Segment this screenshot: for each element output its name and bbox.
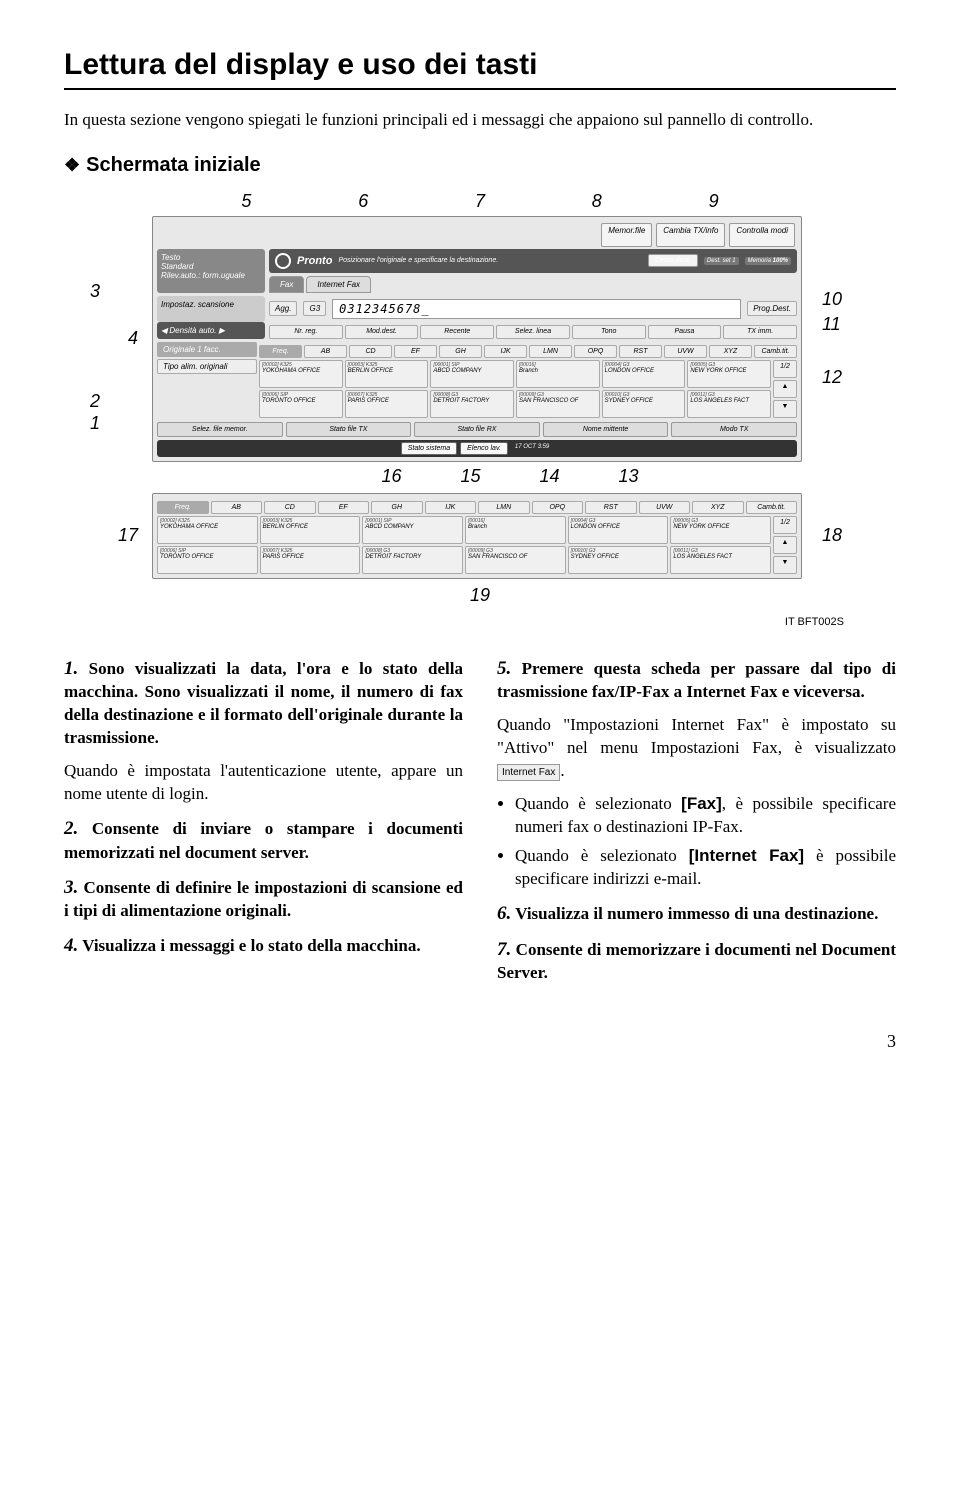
scan-settings-sidebar[interactable]: Testo Standard Rilev.auto.: form.uguale [157, 249, 265, 293]
callout-11: 11 [822, 314, 870, 335]
address-button[interactable]: [00004] G3LONDON OFFICE [568, 516, 669, 544]
nome-mittente-button[interactable]: Nome mittente [543, 422, 669, 437]
callouts-under: 16 15 14 13 [152, 466, 808, 487]
callout-18: 18 [808, 525, 870, 546]
callout-2: 2 [90, 391, 100, 412]
item-4: 4. Visualizza i messaggi e lo stato dell… [64, 933, 463, 959]
dial-display: 0312345678_ [332, 299, 741, 319]
callout-19: 19 [470, 585, 490, 605]
address-button[interactable]: [00002] K325YOKOHAMA OFFICE [259, 360, 343, 388]
agg-button[interactable]: Agg. [269, 301, 297, 316]
item-6: 6. Visualizza il numero immesso di una d… [497, 901, 896, 927]
intro-text: In questa sezione vengono spiegati le fu… [64, 108, 896, 132]
tab-internet-fax[interactable]: Internet Fax [306, 276, 371, 293]
page-title: Lettura del display e uso dei tasti [64, 48, 896, 82]
address-button[interactable]: [00007] K325PARIS OFFICE [345, 390, 429, 418]
address-button[interactable]: [00005] G3NEW YORK OFFICE [670, 516, 771, 544]
item-1: 1. Sono visualizzati la data, l'ora e lo… [64, 656, 463, 750]
address-button[interactable]: [00010] G3SYDNEY OFFICE [602, 390, 686, 418]
page-down-button[interactable]: ▼ [773, 556, 797, 574]
callout-1: 1 [90, 413, 100, 434]
address-button[interactable]: [00003] K325BERLIN OFFICE [345, 360, 429, 388]
page-number: 3 [64, 1031, 896, 1052]
item-7: 7. Consente di memorizzare i documenti n… [497, 937, 896, 986]
address-button[interactable]: [00016]Branch [465, 516, 566, 544]
memor-file-button[interactable]: Memor.file [601, 223, 652, 247]
addressbook-panel: Freq. AB CD EF GH IJK LMN OPQ RST UVW XY… [152, 493, 802, 579]
address-button[interactable]: [00016]Branch [516, 360, 600, 388]
address-button[interactable]: [00002] K325YOKOHAMA OFFICE [157, 516, 258, 544]
lcd-panel: Memor.file Cambia TX/info Controlla modi… [152, 216, 802, 462]
originale-1-facc-button[interactable]: Originale 1 facc. [157, 342, 257, 357]
page-up-button[interactable]: ▲ [773, 380, 797, 398]
address-button[interactable]: [00005] G3NEW YORK OFFICE [687, 360, 771, 388]
cambia-tx-info-button[interactable]: Cambia TX/info [656, 223, 725, 247]
dest-set-indicator: Dest. set 1 [704, 257, 739, 265]
datetime-display: 17 OCT 3:59 [511, 442, 553, 455]
address-button[interactable]: [00007] K325PARIS OFFICE [260, 546, 361, 574]
system-status-bar: Stato sistema Elenco lav. 17 OCT 3:59 [157, 440, 797, 457]
prog-dest-button[interactable]: Prog.Dest. [747, 301, 797, 316]
modo-tx-button[interactable]: Modo TX [671, 422, 797, 437]
address-button[interactable]: [00011] G3LOS ANGELES FACT [670, 546, 771, 574]
callout-3: 3 [90, 281, 100, 302]
address-button[interactable]: [00006] SIPTORONTO OFFICE [259, 390, 343, 418]
address-button[interactable]: [00008] G3DETROIT FACTORY [430, 390, 514, 418]
density-button[interactable]: ◀ Densità auto. ▶ [157, 322, 265, 339]
callout-4: 4 [90, 328, 152, 349]
address-button[interactable]: [00004] G3LONDON OFFICE [602, 360, 686, 388]
stato-file-rx-button[interactable]: Stato file RX [414, 422, 540, 437]
tipo-alim-button[interactable]: Tipo alim. originali [157, 359, 257, 374]
item-5-bullet-internetfax: Quando è selezionato [Internet Fax] è po… [515, 845, 896, 891]
address-button[interactable]: [00010] G3SYDNEY OFFICE [568, 546, 669, 574]
internet-fax-inline-button: Internet Fax [497, 764, 560, 782]
stato-file-tx-button[interactable]: Stato file TX [286, 422, 412, 437]
item-5-extra: Quando "Impostazioni Internet Fax" è imp… [497, 714, 896, 783]
item-5: 5. Premere questa scheda per passare dal… [497, 656, 896, 705]
callout-17: 17 [90, 525, 152, 546]
selez-file-memor-button[interactable]: Selez. file memor. [157, 422, 283, 437]
stato-sistema-button[interactable]: Stato sistema [401, 442, 457, 455]
page-down-button[interactable]: ▼ [773, 400, 797, 418]
callout-10: 10 [822, 289, 870, 310]
controlla-modi-button[interactable]: Controlla modi [729, 223, 795, 247]
address-button[interactable]: [00008] G3DETROIT FACTORY [362, 546, 463, 574]
ready-icon [275, 253, 291, 269]
search-dest-button[interactable]: Cerca dest. [648, 254, 698, 267]
address-button[interactable]: [00001] SIPABCD COMPANY [362, 516, 463, 544]
function-key-row: Nr. reg. Mod.dest. Recente Selez. linea … [269, 325, 797, 339]
address-button[interactable]: [00011] G3LOS ANGELES FACT [687, 390, 771, 418]
callouts-top: 5 6 7 8 9 [152, 191, 808, 212]
bottom-button-row: Selez. file memor. Stato file TX Stato f… [157, 422, 797, 437]
tab-fax[interactable]: Fax [269, 276, 304, 293]
status-bar: Pronto Posizionare l'originale e specifi… [269, 249, 797, 273]
address-button[interactable]: [00001] SIPABCD COMPANY [430, 360, 514, 388]
control-panel-figure: 5 6 7 8 9 4 Memor.file Cambia TX/info Co… [90, 191, 870, 606]
address-button[interactable]: [00009] G3SAN FRANCISCO OF [465, 546, 566, 574]
address-grid: [00002] K325YOKOHAMA OFFICE [00003] K325… [259, 360, 771, 418]
page-up-button[interactable]: ▲ [773, 536, 797, 554]
section-heading: ❖Schermata iniziale [64, 154, 896, 177]
title-underline [64, 88, 896, 90]
item-2: 2. Consente di inviare o stampare i docu… [64, 816, 463, 865]
page-indicator: 1/2 [773, 360, 797, 378]
item-3: 3. Consente di definire le impostazioni … [64, 875, 463, 924]
memoria-indicator: Memoria 100% [745, 257, 791, 265]
elenco-lav-button[interactable]: Elenco lav. [460, 442, 508, 455]
freq-key[interactable]: Freq. [259, 345, 302, 358]
item-5-bullet-fax: Quando è selezionato [Fax], è possibile … [515, 793, 896, 839]
alpha-key-row: Freq. AB CD EF GH IJK LMN OPQ RST UVW XY [259, 345, 797, 358]
figure-code: IT BFT002S [64, 616, 912, 628]
item-1-extra: Quando è impostata l'autenticazione uten… [64, 760, 463, 806]
address-button[interactable]: [00006] SIPTORONTO OFFICE [157, 546, 258, 574]
scan-settings-button[interactable]: Impostaz. scansione [157, 296, 265, 322]
diamond-bullet-icon: ❖ [64, 155, 80, 175]
g3-indicator: G3 [303, 301, 326, 316]
address-button[interactable]: [00009] G3SAN FRANCISCO OF [516, 390, 600, 418]
callout-12: 12 [822, 367, 870, 388]
address-button[interactable]: [00003] K325BERLIN OFFICE [260, 516, 361, 544]
